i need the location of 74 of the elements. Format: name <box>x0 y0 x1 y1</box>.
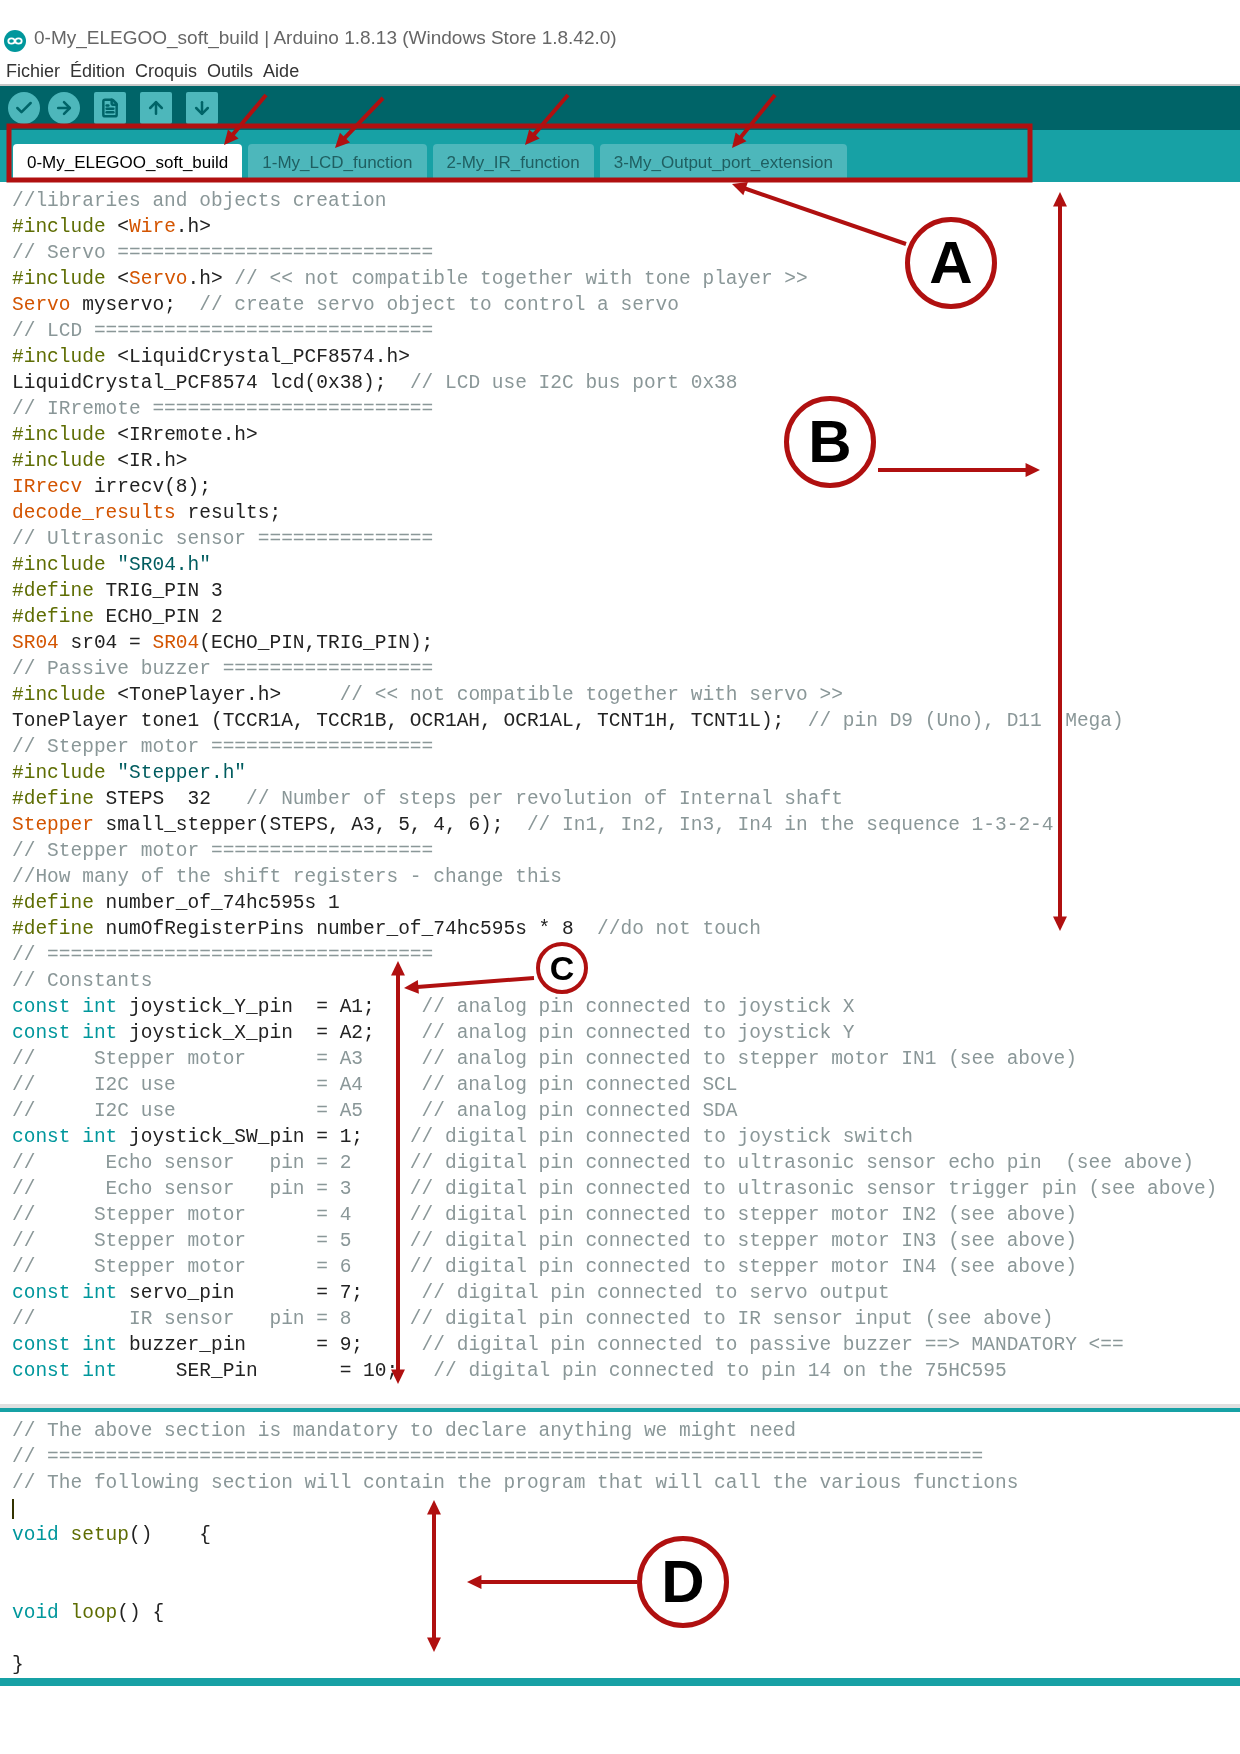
code-line: } <box>12 1654 24 1676</box>
code-line: #include "Stepper.h" <box>12 762 247 784</box>
code-line: void setup() { <box>12 1524 211 1546</box>
new-button[interactable] <box>94 92 126 124</box>
code-line: // The above section is mandatory to declare anything we might need <box>12 1420 797 1442</box>
code-line: // ================================= <box>12 944 434 966</box>
code-line: Stepper small_stepper(STEPS, A3, 5, 4, 6); // In1, In2, In3, In4 in the sequence 1-3-2-4 <box>12 814 1054 836</box>
code-line: LiquidCrystal_PCF8574 lcd(0x38); // LCD use I2C bus port 0x38 <box>12 372 738 394</box>
pointer-arrow <box>335 96 385 148</box>
code-line: #define numOfRegisterPins number_of_74hc595s * 8 //do not touch <box>12 918 761 940</box>
arrow-right-icon <box>54 98 74 118</box>
window-title: 0-My_ELEGOO_soft_build | Arduino 1.8.13 (Windows Store 1.8.42.0) <box>34 25 617 51</box>
code-line: // I2C use = A4 // analog pin connected SCL <box>12 1074 738 1096</box>
menu-item[interactable]: Outils <box>207 57 254 85</box>
code-line: // ================================================================================ <box>12 1446 984 1468</box>
code-line: #include <LiquidCrystal_PCF8574.h> <box>12 346 410 368</box>
code-line: void loop() { <box>12 1602 165 1624</box>
menu-item[interactable]: Croquis <box>135 57 198 85</box>
logo-icon <box>4 30 26 52</box>
code-line: SR04 sr04 = SR04(ECHO_PIN,TRIG_PIN); <box>12 632 434 654</box>
code-line: // Echo sensor pin = 2 // digital pin connected to ultrasonic sensor echo pin (see above) <box>12 1152 1194 1174</box>
code-line: #include <Servo.h> // << not compatible together with tone player >> <box>12 268 808 290</box>
code-line: #define TRIG_PIN 3 <box>12 580 223 602</box>
code-line: // Stepper motor = A3 // analog pin connected to stepper motor IN1 (see above) <box>12 1048 1077 1070</box>
save-button[interactable] <box>186 92 218 124</box>
code-line: // Ultrasonic sensor =============== <box>12 528 434 550</box>
code-line: // Stepper motor = 5 // digital pin connected to stepper motor IN3 (see above) <box>12 1230 1077 1252</box>
code-line: // Stepper motor =================== <box>12 840 434 862</box>
code-line: // The following section will contain the program that will call the various functions <box>12 1472 1019 1494</box>
code-line: #define ECHO_PIN 2 <box>12 606 223 628</box>
callout-label: B <box>784 396 876 488</box>
code-line: const int joystick_X_pin = A2; // analog pin connected to joystick Y <box>12 1022 855 1044</box>
code-line: #include "SR04.h" <box>12 554 211 576</box>
callout-label: C <box>536 942 588 994</box>
code-line: decode_results results; <box>12 502 282 524</box>
menu-item[interactable]: Fichier <box>6 57 60 85</box>
code-line: // LCD ============================= <box>12 320 434 342</box>
code-line: Servo myservo; // create servo object to control a servo <box>12 294 680 316</box>
code-line: const int joystick_Y_pin = A1; // analog pin connected to joystick X <box>12 996 855 1018</box>
callout-label: D <box>637 1536 729 1628</box>
verify-button[interactable] <box>8 92 40 124</box>
code-line: #include <Wire.h> <box>12 216 211 238</box>
code-line: //How many of the shift registers - change this <box>12 866 562 888</box>
code-line: // Stepper motor = 4 // digital pin connected to stepper motor IN2 (see above) <box>12 1204 1077 1226</box>
code-line: // Echo sensor pin = 3 // digital pin connected to ultrasonic sensor trigger pin (see above) <box>12 1178 1218 1200</box>
open-button[interactable] <box>140 92 172 124</box>
code-line: #define number_of_74hc595s 1 <box>12 892 340 914</box>
code-line: IRrecv irrecv(8); <box>12 476 211 498</box>
pointer-arrow <box>732 93 777 148</box>
document-icon <box>100 98 120 118</box>
menu-item[interactable]: Édition <box>70 57 126 85</box>
code-line: const int servo_pin = 7; // digital pin connected to servo output <box>12 1282 890 1304</box>
code-line: // Stepper motor =================== <box>12 736 434 758</box>
code-line: //libraries and objects creation <box>12 190 387 212</box>
code-line: // Stepper motor = 6 // digital pin connected to stepper motor IN4 (see above) <box>12 1256 1077 1278</box>
code-line: const int joystick_SW_pin = 1; // digital pin connected to joystick switch <box>12 1126 914 1148</box>
code-line: #define STEPS 32 // Number of steps per revolution of Internal shaft <box>12 788 843 810</box>
code-line: // I2C use = A5 // analog pin connected SDA <box>12 1100 738 1122</box>
code-line: // Constants <box>12 970 153 992</box>
code-line: const int buzzer_pin = 9; // digital pin connected to passive buzzer ==> MANDATORY <== <box>12 1334 1124 1356</box>
code-line: #include <TonePlayer.h> // << not compatible together with servo >> <box>12 684 843 706</box>
menu-item[interactable]: Aide <box>263 57 300 85</box>
code-line: TonePlayer tone1 (TCCR1A, TCCR1B, OCR1AH, OCR1AL, TCNT1H, TCNT1L); // pin D9 (Uno), D11 Mega) <box>12 710 1124 732</box>
upload-button[interactable] <box>48 92 80 124</box>
code-line: // Servo =========================== <box>12 242 434 264</box>
code-line: #include <IR.h> <box>12 450 188 472</box>
code-line: #include <IRremote.h> <box>12 424 258 446</box>
code-line: const int SER_Pin = 10; // digital pin connected to pin 14 on the 75HC595 <box>12 1360 1007 1382</box>
code-line: // IR sensor pin = 8 // digital pin connected to IR sensor input (see above) <box>12 1308 1054 1330</box>
code-line: // Passive buzzer ================== <box>12 658 434 680</box>
pointer-arrow <box>224 93 268 145</box>
callout-label: A <box>905 217 997 309</box>
code-line: // IRremote ======================== <box>12 398 434 420</box>
pointer-arrow <box>525 93 570 145</box>
